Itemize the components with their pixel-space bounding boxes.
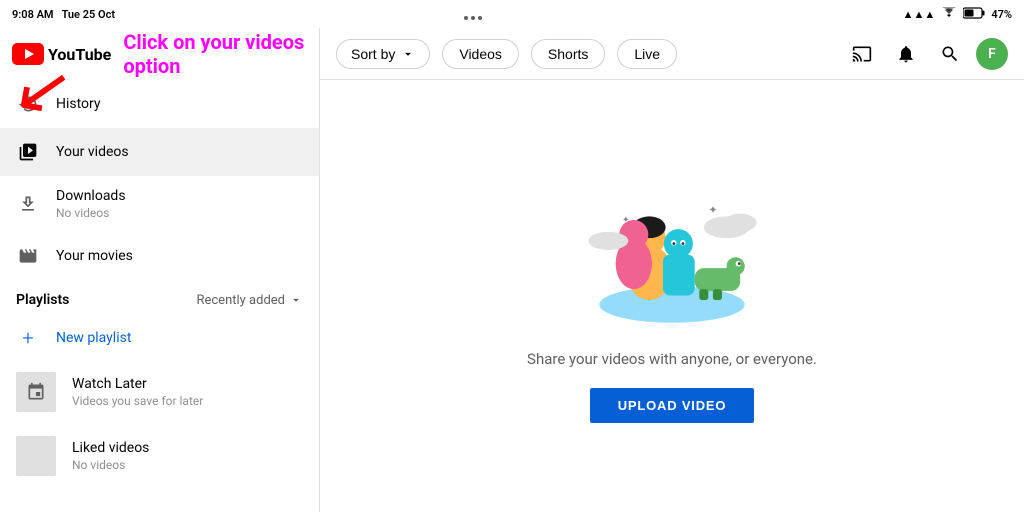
filter-chip-videos[interactable]: Videos [442,39,519,69]
your-videos-icon [16,140,40,164]
liked-videos-content: Liked videos No videos [72,440,149,472]
upload-video-button[interactable]: UPLOAD VIDEO [590,388,755,423]
downloads-content: Downloads No videos [56,188,126,220]
download-icon [16,192,40,216]
battery-percent: 47% [991,8,1012,21]
playlists-title: Playlists [16,292,69,308]
downloads-label: Downloads [56,188,126,204]
upload-illustration: ✦ ✦ [572,170,772,330]
watch-later-subtext: Videos you save for later [72,394,203,408]
avatar-button[interactable]: F [976,38,1008,70]
liked-videos-thumbnail [16,436,56,476]
filter-live-label: Live [634,46,660,62]
sidebar-item-liked-videos[interactable]: Liked videos No videos [0,424,319,488]
main-content: Sort by Videos Shorts Live [320,28,1024,512]
sidebar-item-downloads[interactable]: Downloads No videos [0,176,319,232]
cast-icon [852,44,872,64]
content-area: ✦ ✦ Share your videos with anyone, or ev… [320,80,1024,512]
status-date: Tue 25 Oct [62,8,115,21]
filter-chip-live[interactable]: Live [617,39,677,69]
liked-videos-subtext: No videos [72,458,149,472]
downloads-subtext: No videos [56,206,126,220]
svg-text:✦: ✦ [708,204,717,216]
watch-later-content: Watch Later Videos you save for later [72,376,203,408]
status-time: 9:08 AM [12,8,54,21]
dot-1 [464,16,468,20]
sidebar: YouTube Click on your videos option ↙ Hi… [0,28,320,512]
your-movies-content: Your movies [56,248,133,264]
recently-added-sort[interactable]: Recently added [196,293,303,308]
filter-chip-shorts[interactable]: Shorts [531,39,605,69]
annotation-text: Click on your videos option [123,30,307,78]
movies-icon [16,244,40,268]
sort-by-label: Sort by [351,46,395,62]
sort-by-button[interactable]: Sort by [336,39,430,69]
your-movies-label: Your movies [56,248,133,264]
dot-2 [471,16,475,20]
search-icon [940,44,960,64]
chevron-down-icon [289,293,303,307]
search-button[interactable] [932,36,968,72]
watch-later-icon [16,372,56,412]
header-icons: F [844,28,1008,80]
playlists-header: Playlists Recently added [0,280,319,316]
svg-text:✦: ✦ [622,214,630,224]
bell-icon [896,44,916,64]
app-container: YouTube Click on your videos option ↙ Hi… [0,28,1024,512]
liked-videos-label: Liked videos [72,440,149,456]
filter-shorts-label: Shorts [548,46,588,62]
sidebar-item-watch-later[interactable]: Watch Later Videos you save for later [0,360,319,424]
battery-icon [963,7,985,22]
new-playlist-label: New playlist [56,330,131,346]
new-playlist-item[interactable]: + New playlist [0,316,319,360]
sort-chevron-icon [401,47,415,61]
annotation-arrow: ↙ [8,50,78,129]
filter-videos-label: Videos [459,46,502,62]
wifi-icon [941,7,957,22]
dot-3 [478,16,482,20]
notification-button[interactable] [888,36,924,72]
sidebar-item-your-videos[interactable]: Your videos [0,128,319,176]
watch-later-label: Watch Later [72,376,203,392]
plus-icon: + [16,326,40,350]
share-text: Share your videos with anyone, or everyo… [527,350,817,368]
status-bar: 9:08 AM Tue 25 Oct ▲▲▲ 47% [0,0,1024,28]
three-dots-menu[interactable] [464,4,482,32]
recently-added-label: Recently added [196,293,285,308]
signal-icon: ▲▲▲ [903,8,936,21]
avatar-letter: F [988,46,996,62]
cast-button[interactable] [844,36,880,72]
sidebar-item-your-movies[interactable]: Your movies [0,232,319,280]
your-videos-content: Your videos [56,144,129,160]
your-videos-label: Your videos [56,144,129,160]
